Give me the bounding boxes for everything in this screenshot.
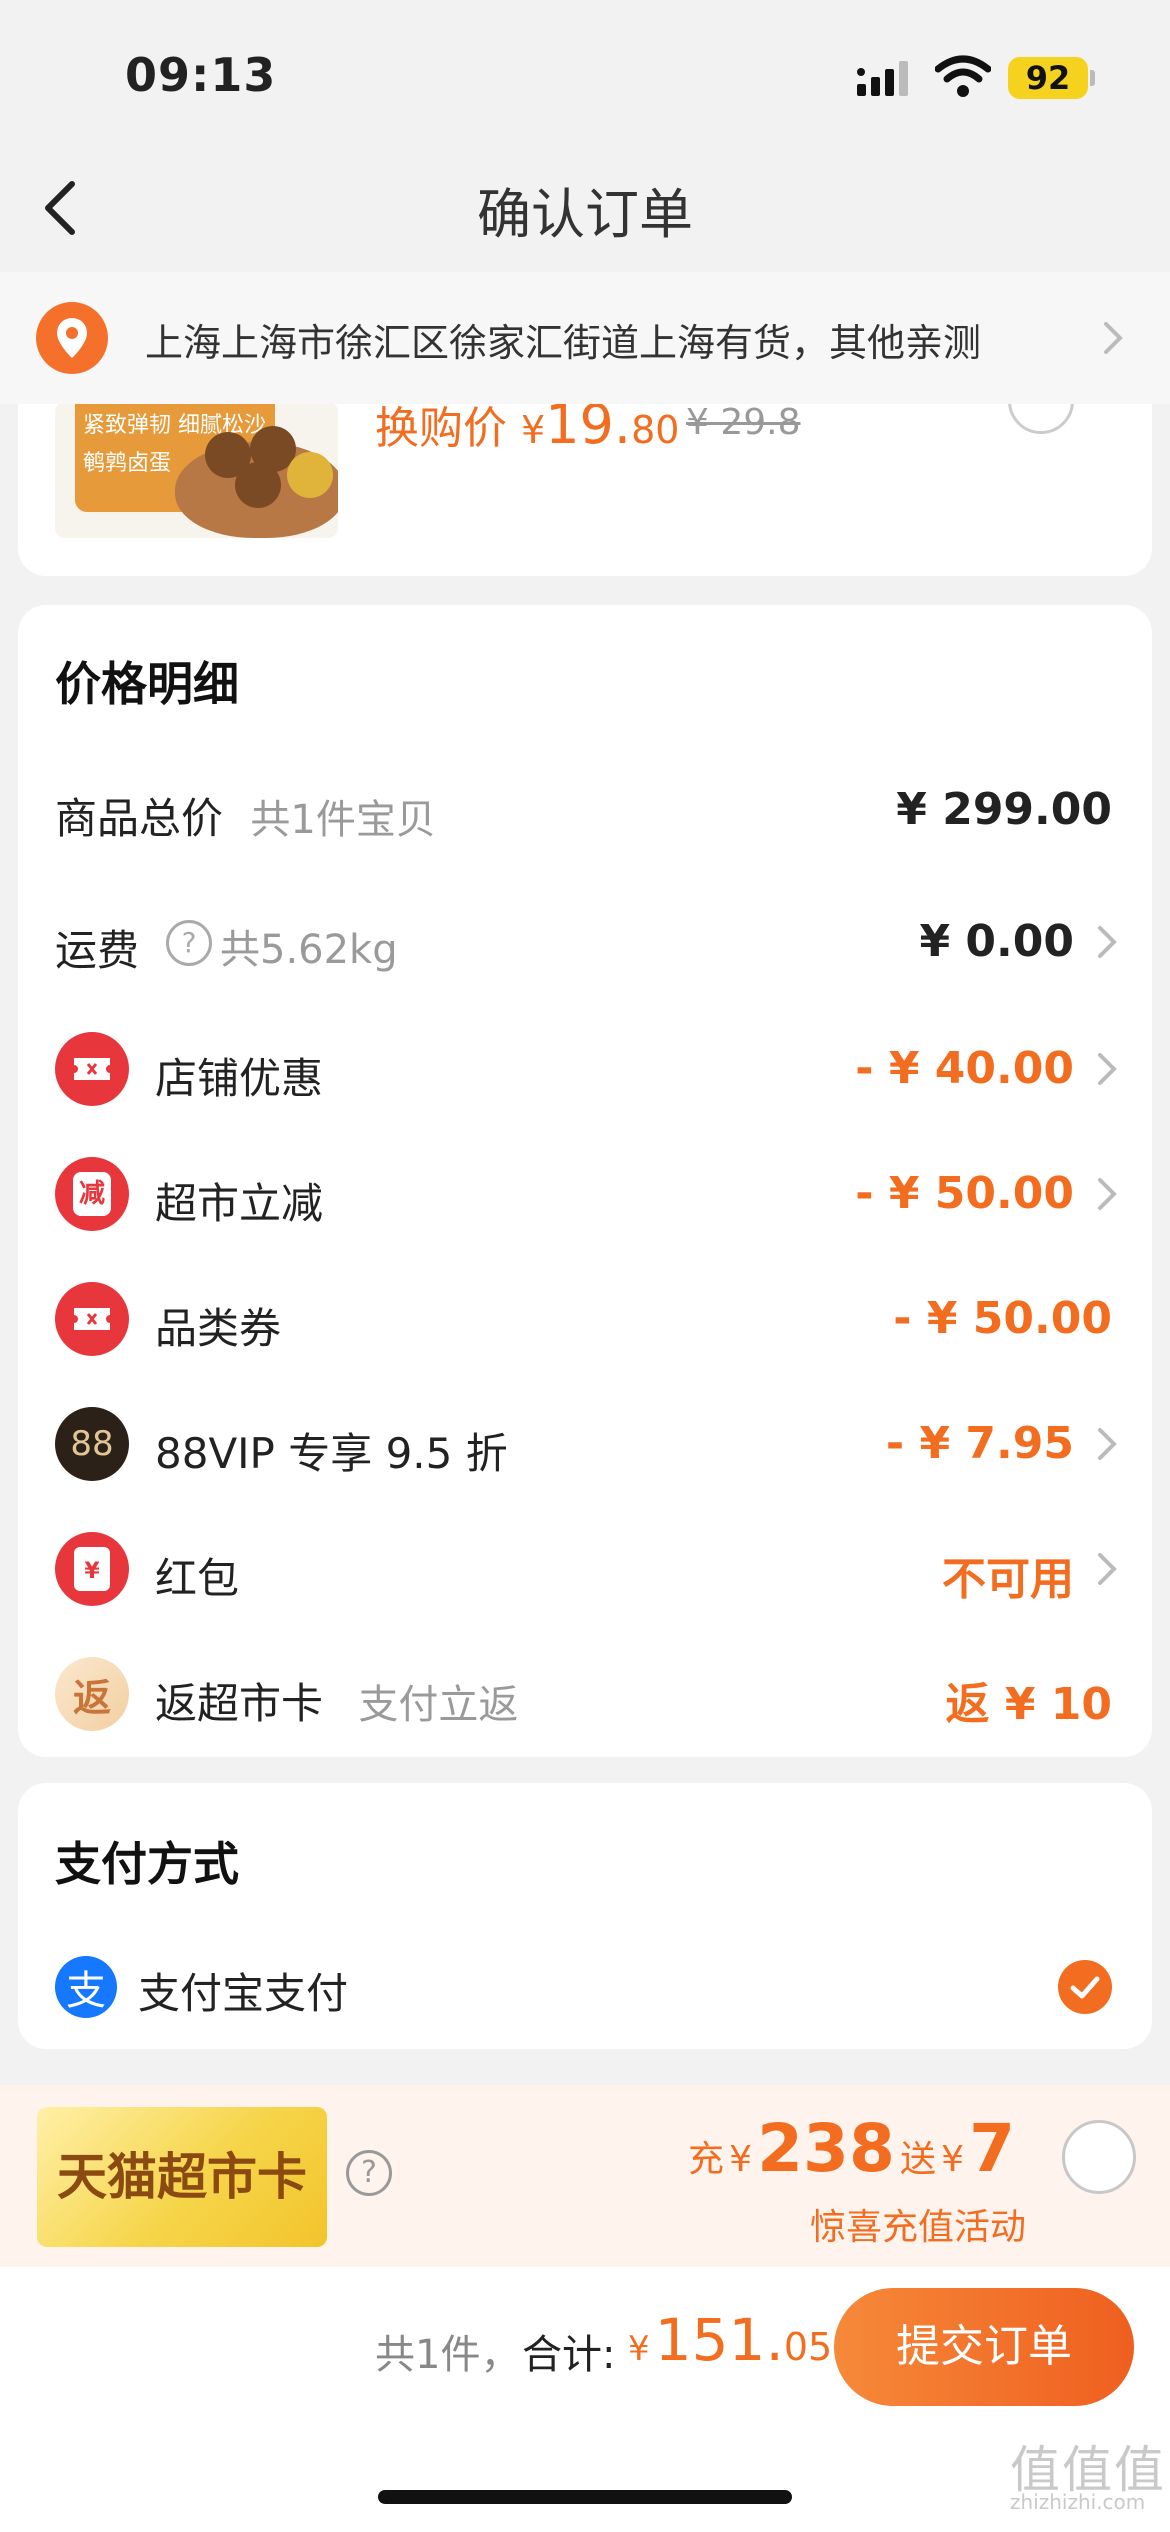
price-detail-title: 价格明细 — [55, 657, 239, 711]
cashback-text: 返超市卡 — [155, 1679, 324, 1728]
chevron-right-icon[interactable] — [1096, 924, 1118, 960]
charge-activity: 惊喜充值活动 — [810, 2207, 1027, 2248]
category-coupon-label: 品类券 — [155, 1304, 282, 1353]
swap-price-currency: ¥ — [521, 408, 546, 452]
battery-indicator: 92 — [1008, 57, 1088, 99]
product-package-line-1: 紧致弹韧 细腻松沙 — [83, 413, 266, 438]
battery-cap — [1090, 70, 1095, 86]
coupon-ticket-icon — [55, 1032, 129, 1106]
tmall-card-radio[interactable] — [1062, 2120, 1136, 2194]
store-discount-label: 店铺优惠 — [155, 1054, 324, 1103]
wifi-icon — [935, 55, 991, 97]
red-packet-label: 红包 — [155, 1554, 240, 1603]
gift-label: 送 — [899, 2139, 936, 2180]
payment-title: 支付方式 — [55, 1837, 239, 1891]
red-packet-status[interactable]: 不可用 — [942, 1543, 1074, 1607]
chevron-right-icon[interactable] — [1096, 1426, 1118, 1462]
red-packet-symbol: ¥ — [74, 1547, 110, 1591]
alipay-label[interactable]: 支付宝支付 — [138, 1960, 348, 2021]
item-count: 共1件， — [375, 2332, 521, 2378]
chevron-right-icon[interactable] — [1096, 1176, 1118, 1212]
total-label: 合计: — [522, 2332, 616, 2378]
total-int: 151. — [654, 2306, 784, 2374]
gift-amount: 7 — [969, 2110, 1016, 2187]
store-discount-amount[interactable]: - ¥ 40.00 — [855, 1043, 1074, 1094]
total-dec: 05 — [783, 2325, 833, 2369]
vip-discount-amount[interactable]: - ¥ 7.95 — [886, 1418, 1074, 1469]
category-coupon-amount: - ¥ 50.00 — [893, 1293, 1112, 1344]
swap-price-label: 换购价 — [375, 403, 507, 454]
shipping-weight: 共5.62kg — [220, 927, 398, 973]
swap-price-dec: 80 — [631, 408, 680, 452]
page-title: 确认订单 — [477, 183, 693, 246]
egg — [287, 452, 333, 498]
supermarket-cut-label: 超市立减 — [155, 1179, 324, 1228]
vip-discount-label: 88VIP 专享 9.5 折 — [155, 1429, 508, 1478]
shipping-label: 运费 — [55, 917, 139, 978]
chevron-right-icon[interactable] — [1102, 320, 1124, 356]
goods-total-amount: ¥ 299.00 — [896, 784, 1112, 835]
charge-label: 充 — [688, 2139, 725, 2180]
cashback-sub: 支付立返 — [358, 1682, 519, 1728]
check-circle-icon[interactable] — [1058, 1960, 1112, 2014]
charge-amount: 238 — [757, 2110, 895, 2187]
cashback-label: 返超市卡 支付立返 — [155, 1670, 518, 1731]
question-circle-icon[interactable]: ? — [346, 2150, 392, 2196]
coupon-ticket-icon — [55, 1282, 129, 1356]
cashback-amount: 返 ¥ 10 — [945, 1679, 1112, 1730]
location-pin-icon — [36, 302, 108, 374]
original-price: ¥ 29.8 — [686, 402, 801, 443]
reduce-badge-icon: 减 — [55, 1157, 129, 1231]
tmall-charge-offer[interactable]: 充 ¥ 238 送 ¥ 7 — [688, 2110, 1015, 2187]
alipay-icon: 支 — [55, 1956, 117, 2018]
status-time: 09:13 — [125, 48, 277, 102]
shipping-text: 运费 — [55, 926, 140, 975]
total-currency: ¥ — [628, 2329, 650, 2369]
address-text[interactable]: 上海上海市徐汇区徐家汇街道上海有货，其他亲测 — [145, 312, 981, 367]
red-packet-icon: ¥ — [55, 1532, 129, 1606]
supermarket-cut-amount[interactable]: - ¥ 50.00 — [855, 1168, 1074, 1219]
gift-currency: ¥ — [941, 2139, 964, 2180]
reduce-badge-text: 减 — [73, 1172, 111, 1216]
shipping-amount[interactable]: ¥ 0.00 — [920, 916, 1075, 967]
charge-currency: ¥ — [729, 2139, 753, 2180]
total-amount: ¥ 151.05 — [628, 2306, 832, 2374]
watermark-url: zhizhizhi.com — [1010, 2490, 1146, 2514]
goods-total-label: 商品总价 共1件宝贝 — [55, 785, 436, 846]
tmall-card-image[interactable]: 天猫超市卡 — [37, 2107, 327, 2247]
chevron-right-icon[interactable] — [1096, 1551, 1118, 1587]
egg — [235, 462, 281, 508]
product-image[interactable]: 紧致弹韧 细腻松沙 鹌鹑卤蛋 — [55, 402, 338, 538]
cashback-badge-icon: 返 — [55, 1657, 129, 1731]
chevron-right-icon[interactable] — [1096, 1051, 1118, 1087]
question-circle-icon[interactable]: ? — [166, 920, 212, 966]
goods-total-count: 共1件宝贝 — [250, 797, 436, 843]
cellular-signal-icon — [857, 61, 908, 96]
vip-88-icon: 88 — [55, 1407, 129, 1481]
home-indicator[interactable] — [378, 2490, 792, 2504]
submit-order-button[interactable]: 提交订单 — [834, 2288, 1134, 2406]
goods-total-text: 商品总价 — [55, 794, 224, 843]
